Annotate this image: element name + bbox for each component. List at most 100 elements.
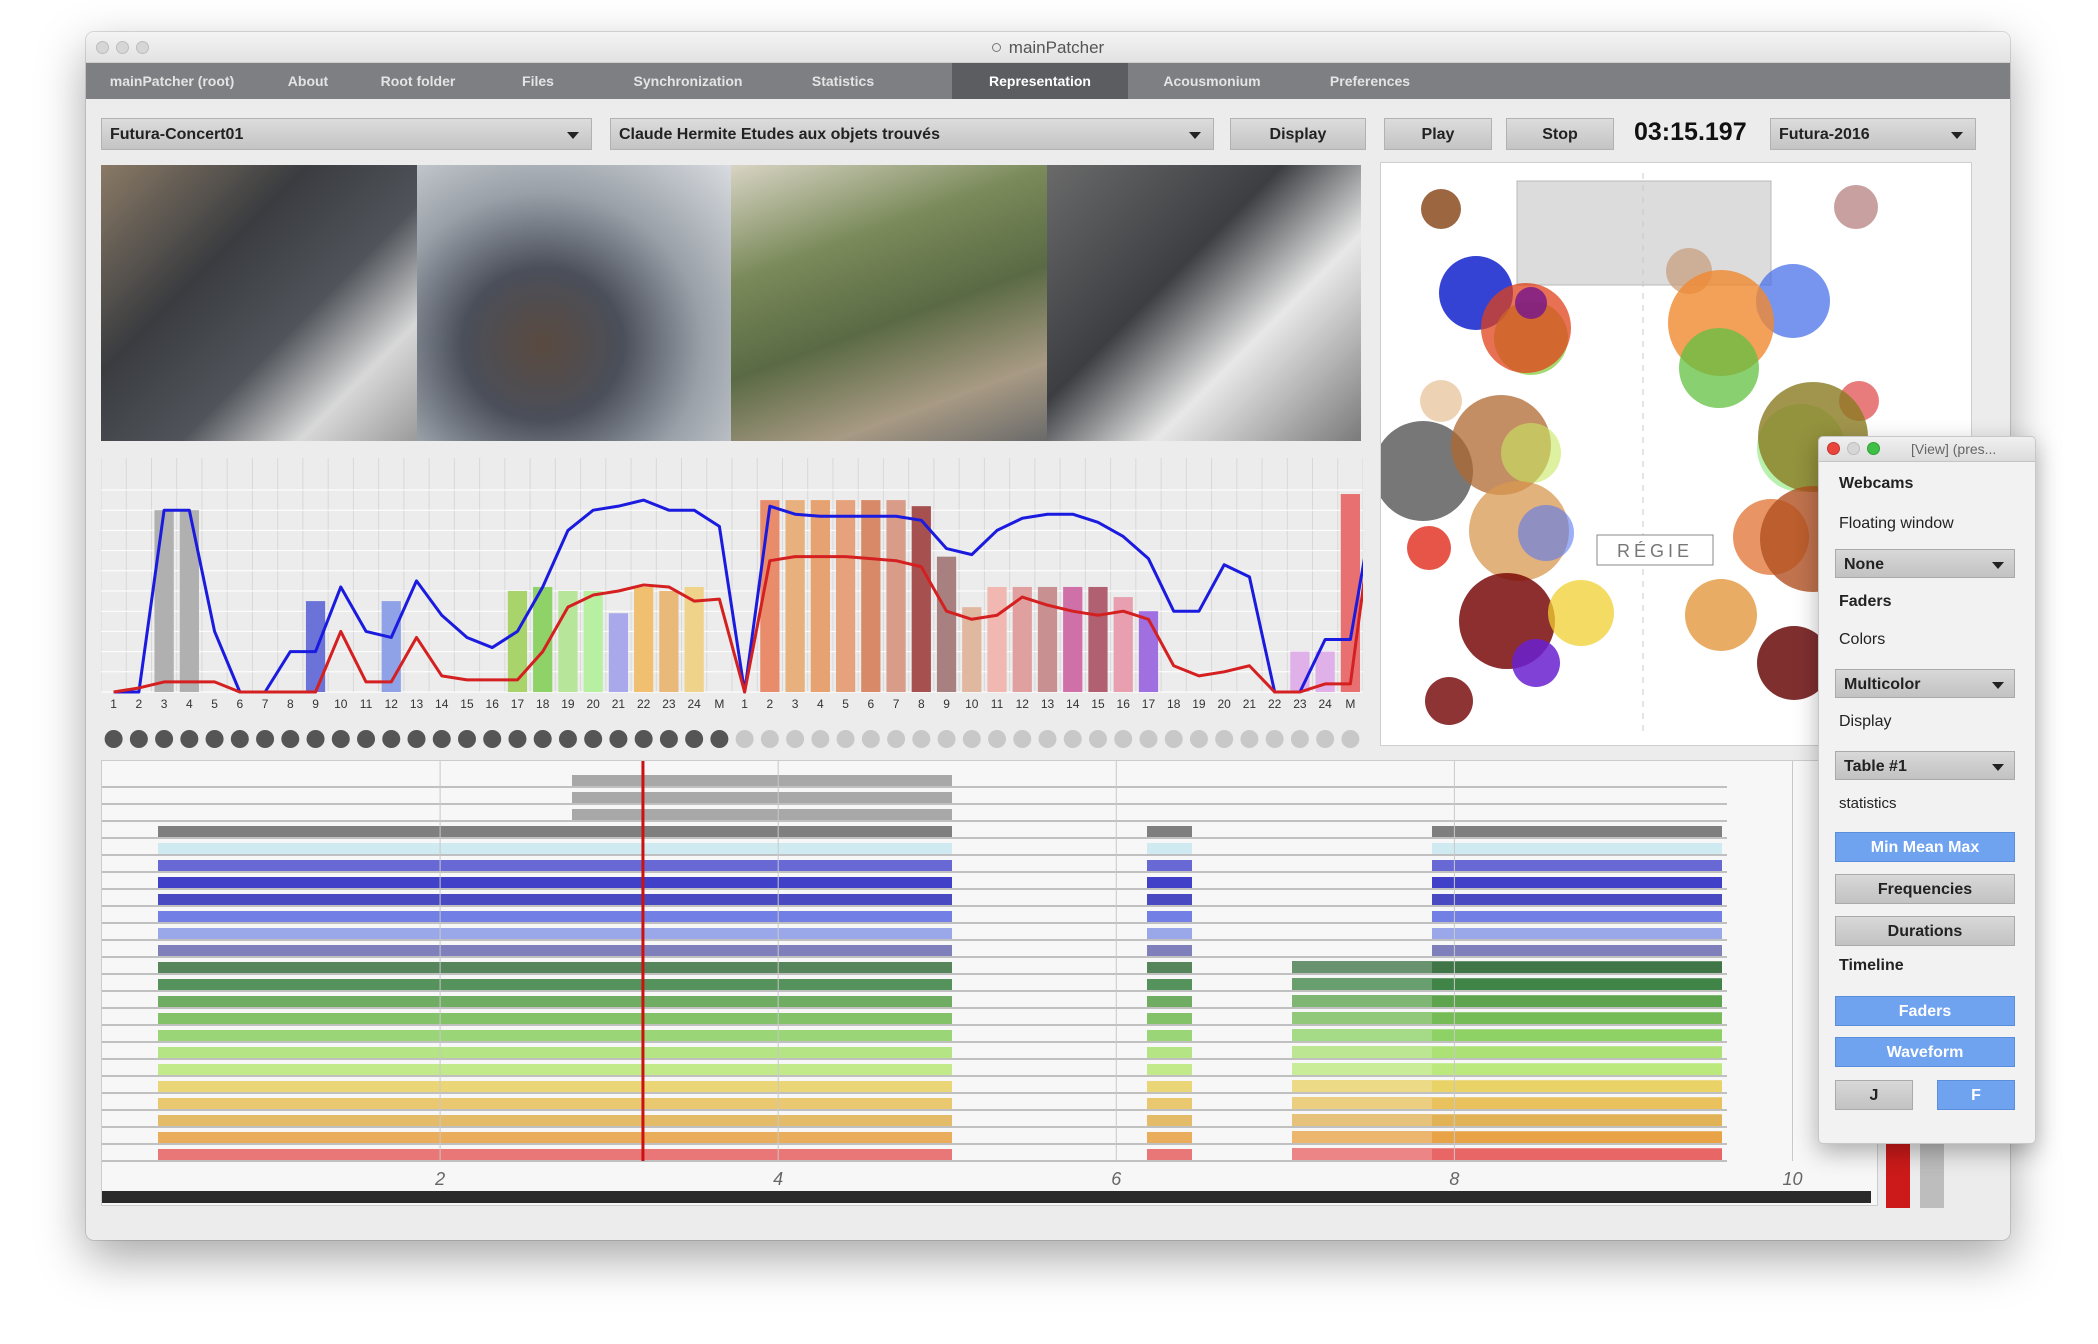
speaker-circle[interactable] <box>1685 579 1757 651</box>
channel-dot[interactable] <box>1063 730 1082 748</box>
channel-dot[interactable] <box>457 730 476 748</box>
channel-dot[interactable] <box>1215 730 1234 748</box>
channel-dot[interactable] <box>861 730 880 748</box>
channel-dot[interactable] <box>306 730 325 748</box>
channel-dot[interactable] <box>1265 730 1284 748</box>
channel-dot[interactable] <box>129 730 148 748</box>
channel-dot[interactable] <box>937 730 956 748</box>
channel-dot[interactable] <box>357 730 376 748</box>
webcam-3-image <box>731 165 1047 441</box>
play-button[interactable]: Play <box>1384 118 1492 150</box>
speaker-circle[interactable] <box>1420 380 1462 422</box>
channel-dot[interactable] <box>407 730 426 748</box>
speaker-circle[interactable] <box>1679 328 1759 408</box>
channel-dot[interactable] <box>1240 730 1259 748</box>
tab-preferences[interactable]: Preferences <box>1296 63 1444 99</box>
channel-dot[interactable] <box>962 730 981 748</box>
channel-dot[interactable] <box>281 730 300 748</box>
tab-statistics[interactable]: Statistics <box>778 63 908 99</box>
panel-zoom-button[interactable] <box>1867 442 1880 455</box>
faders-button[interactable]: Faders <box>1835 996 2015 1026</box>
fader-envelope <box>1292 1131 1722 1143</box>
channel-dot[interactable] <box>1164 730 1183 748</box>
concert-select[interactable]: Futura-Concert01 <box>101 118 592 150</box>
durations-button[interactable]: Durations <box>1835 916 2015 946</box>
channel-dot[interactable] <box>1013 730 1032 748</box>
speaker-circle[interactable] <box>1834 185 1878 229</box>
tab-synchronization[interactable]: Synchronization <box>598 63 778 99</box>
festival-select[interactable]: Futura-2016 <box>1770 118 1976 150</box>
channel-dot[interactable] <box>104 730 123 748</box>
channel-dot[interactable] <box>1088 730 1107 748</box>
tab-acousmonium[interactable]: Acousmonium <box>1128 63 1296 99</box>
panel-minimize-button[interactable] <box>1847 442 1860 455</box>
tab-mainpatcher-root[interactable]: mainPatcher (root) <box>86 63 258 99</box>
channel-dot[interactable] <box>483 730 502 748</box>
panel-close-button[interactable] <box>1827 442 1840 455</box>
channel-dot[interactable] <box>1290 730 1309 748</box>
frequencies-button[interactable]: Frequencies <box>1835 874 2015 904</box>
channel-dot[interactable] <box>609 730 628 748</box>
floating-window-select[interactable]: None <box>1835 549 2015 578</box>
channel-dot[interactable] <box>256 730 275 748</box>
channel-dot[interactable] <box>1341 730 1360 748</box>
channel-dot[interactable] <box>760 730 779 748</box>
f-button[interactable]: F <box>1937 1080 2015 1110</box>
channel-dot[interactable] <box>1316 730 1335 748</box>
channel-dot[interactable] <box>558 730 577 748</box>
speaker-circle[interactable] <box>1548 580 1614 646</box>
channel-dot[interactable] <box>432 730 451 748</box>
speaker-circle[interactable] <box>1421 189 1461 229</box>
channel-dot[interactable] <box>508 730 527 748</box>
tab-files[interactable]: Files <box>478 63 598 99</box>
channel-dot[interactable] <box>1189 730 1208 748</box>
waveform-button[interactable]: Waveform <box>1835 1037 2015 1067</box>
channel-dot[interactable] <box>331 730 350 748</box>
speaker-circle[interactable] <box>1425 677 1473 725</box>
colors-select[interactable]: Multicolor <box>1835 669 2015 698</box>
window-title-text: mainPatcher <box>1008 38 1105 57</box>
channel-dot[interactable] <box>180 730 199 748</box>
channel-dot[interactable] <box>230 730 249 748</box>
timeline-scrollbar[interactable] <box>102 1191 1871 1203</box>
min-mean-max-button[interactable]: Min Mean Max <box>1835 832 2015 862</box>
fader-envelope <box>532 1030 952 1041</box>
channel-dot[interactable] <box>887 730 906 748</box>
display-button[interactable]: Display <box>1230 118 1366 150</box>
tab-root-folder[interactable]: Root folder <box>358 63 478 99</box>
channel-dot[interactable] <box>912 730 931 748</box>
speaker-circle[interactable] <box>1501 423 1561 483</box>
channel-dot[interactable] <box>735 730 754 748</box>
tab-about[interactable]: About <box>258 63 358 99</box>
timeline-tick-label: 10 <box>1782 1169 1802 1189</box>
j-button[interactable]: J <box>1835 1080 1913 1110</box>
channel-dot[interactable] <box>786 730 805 748</box>
chart-tick-label: 23 <box>1293 697 1307 708</box>
display-select[interactable]: Table #1 <box>1835 751 2015 780</box>
speaker-circle[interactable] <box>1407 526 1451 570</box>
speaker-circle[interactable] <box>1512 639 1560 687</box>
speaker-circle[interactable] <box>1515 287 1547 319</box>
speaker-circle[interactable] <box>1518 505 1574 561</box>
channel-dot[interactable] <box>685 730 704 748</box>
channel-dot[interactable] <box>988 730 1007 748</box>
channel-dot[interactable] <box>710 730 729 748</box>
channel-dot[interactable] <box>1114 730 1133 748</box>
stop-button[interactable]: Stop <box>1506 118 1614 150</box>
channel-dot[interactable] <box>205 730 224 748</box>
channel-dot[interactable] <box>584 730 603 748</box>
channel-dot[interactable] <box>1038 730 1057 748</box>
piece-select[interactable]: Claude Hermite Etudes aux objets trouvés <box>610 118 1214 150</box>
channel-dot[interactable] <box>155 730 174 748</box>
channel-dot[interactable] <box>811 730 830 748</box>
channel-dot[interactable] <box>634 730 653 748</box>
tab-representation[interactable]: Representation <box>952 63 1128 99</box>
fader-envelope <box>572 775 952 786</box>
fader-envelope <box>1147 877 1192 888</box>
channel-dot[interactable] <box>382 730 401 748</box>
channel-dot[interactable] <box>1139 730 1158 748</box>
fader-envelope <box>158 1115 532 1126</box>
channel-dot[interactable] <box>659 730 678 748</box>
channel-dot[interactable] <box>533 730 552 748</box>
channel-dot[interactable] <box>836 730 855 748</box>
